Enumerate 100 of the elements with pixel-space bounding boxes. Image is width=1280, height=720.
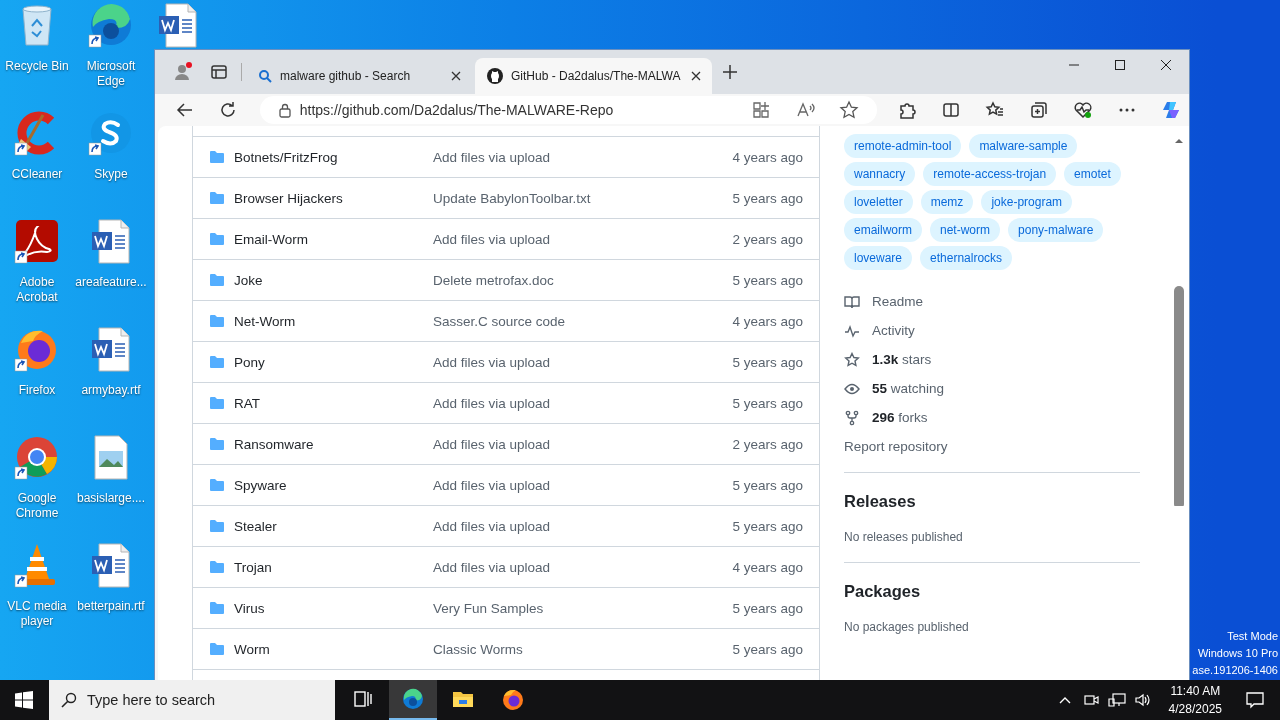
folder-icon <box>209 395 225 411</box>
commit-message[interactable]: Add files via upload <box>433 149 551 165</box>
profile-icon[interactable] <box>172 61 194 83</box>
windows-logo-icon[interactable] <box>15 691 33 709</box>
topic-tag[interactable]: loveletter <box>844 190 913 214</box>
sidebar-link[interactable]: 296 forks <box>872 410 928 425</box>
commit-age: 4 years ago <box>732 559 803 575</box>
network-icon[interactable] <box>1107 692 1126 708</box>
commit-message[interactable]: Add files via upload <box>433 477 551 493</box>
folder-link[interactable]: RAT <box>234 395 260 411</box>
commit-age: 4 years ago <box>732 313 803 329</box>
folder-icon <box>209 190 225 206</box>
collections-icon[interactable] <box>1029 100 1049 120</box>
camera-icon[interactable] <box>1082 692 1099 708</box>
empty-note: No releases published <box>844 529 964 546</box>
sidebar-link[interactable]: Readme <box>872 294 924 309</box>
topic-tag[interactable]: net-worm <box>930 218 1001 242</box>
new-tab-icon[interactable] <box>722 64 739 80</box>
commit-message[interactable]: Delete metrofax.doc <box>433 272 554 288</box>
folder-link[interactable]: Spyware <box>234 477 287 493</box>
commit-message[interactable]: Update BabylonToolbar.txt <box>433 190 591 206</box>
commit-message[interactable]: Add files via upload <box>433 354 551 370</box>
section-heading[interactable]: Releases <box>844 489 916 513</box>
folder-icon <box>209 641 225 657</box>
heart-pulse-icon[interactable] <box>1073 100 1093 120</box>
star-icon <box>844 351 860 368</box>
split-screen-icon[interactable] <box>941 100 961 120</box>
clock-time[interactable]: 11:40 AM <box>1170 682 1221 700</box>
favorite-star-icon[interactable] <box>839 100 859 120</box>
sidebar-link[interactable]: 55 watching <box>872 381 945 396</box>
topic-tag[interactable]: emailworm <box>844 218 922 242</box>
tab-actions-icon[interactable] <box>210 63 228 81</box>
folder-link[interactable]: Stealer <box>234 518 277 534</box>
book-icon <box>844 293 860 310</box>
system-info-text: Windows 10 Pro <box>1197 646 1278 661</box>
commit-message[interactable]: Add files via upload <box>433 231 551 247</box>
close-icon[interactable] <box>1158 57 1174 73</box>
commit-age: 5 years ago <box>732 477 803 493</box>
sidebar-link[interactable]: Report repository <box>844 439 948 454</box>
commit-message[interactable]: Classic Worms <box>433 641 523 657</box>
commit-message[interactable]: Sasser.C source code <box>433 313 566 329</box>
folder-icon <box>209 313 225 329</box>
folder-icon <box>209 149 225 165</box>
browser-logo-icon <box>401 687 425 711</box>
topic-tag[interactable]: malware-sample <box>969 134 1078 158</box>
topic-tag[interactable]: ethernalrocks <box>920 246 1013 270</box>
topic-tag[interactable]: wannacry <box>844 162 916 186</box>
section-heading[interactable]: Packages <box>844 579 921 603</box>
sidebar-link[interactable]: Activity <box>872 323 915 338</box>
empty-note: No packages published <box>844 619 970 636</box>
commit-age: 4 years ago <box>732 149 803 165</box>
commit-age: 2 years ago <box>732 436 803 452</box>
commit-message[interactable]: Add files via upload <box>433 559 551 575</box>
topic-tag[interactable]: joke-program <box>981 190 1073 214</box>
clock-date[interactable]: 4/28/2025 <box>1168 700 1222 718</box>
topic-tag[interactable]: pony-malware <box>1008 218 1104 242</box>
taskbar-search-field[interactable]: Type here to search <box>49 680 335 720</box>
topic-tag[interactable]: loveware <box>844 246 913 270</box>
commit-message[interactable]: Very Fun Samples <box>433 600 544 616</box>
folder-icon <box>209 518 225 534</box>
commit-age: 5 years ago <box>732 641 803 657</box>
topic-tag[interactable]: memz <box>920 190 974 214</box>
folder-link[interactable]: Virus <box>234 600 265 616</box>
commit-age: 5 years ago <box>732 600 803 616</box>
folder-link[interactable]: Browser Hijackers <box>234 190 343 206</box>
folder-icon <box>209 272 225 288</box>
folder-link[interactable]: Botnets/FritzFrog <box>234 149 338 165</box>
maximize-icon[interactable] <box>1112 57 1128 73</box>
topic-tag[interactable]: remote-admin-tool <box>844 134 962 158</box>
folder-link[interactable]: Joke <box>234 272 263 288</box>
lock-icon <box>277 102 292 118</box>
browser-tab[interactable]: GitHub - Da2dalus/The-MALWA <box>475 58 713 94</box>
puzzle-piece-icon[interactable] <box>897 100 917 120</box>
commit-age: 2 years ago <box>732 231 803 247</box>
topic-tag[interactable]: emotet <box>1064 162 1121 186</box>
commit-age: 5 years ago <box>732 518 803 534</box>
folder-link[interactable]: Pony <box>234 354 265 370</box>
commit-age: 5 years ago <box>732 272 803 288</box>
address-bar[interactable]: https://github.com/Da2dalus/The-MALWARE-Repo <box>259 96 877 124</box>
search-icon <box>61 692 77 708</box>
fork-icon <box>844 409 860 426</box>
commit-message[interactable]: Add files via upload <box>433 518 551 534</box>
sidebar-link[interactable]: 1.3k stars <box>872 352 932 367</box>
taskbar-app-button[interactable] <box>389 680 437 720</box>
folder-icon <box>209 436 225 452</box>
folder-link[interactable]: Email-Worm <box>234 231 308 247</box>
speaker-icon[interactable] <box>1133 692 1152 708</box>
commit-message[interactable]: Add files via upload <box>433 395 551 411</box>
pdf-logo-icon[interactable] <box>13 217 61 265</box>
cat-logo-icon <box>487 68 503 84</box>
folder-link[interactable]: Net-Worm <box>234 313 296 329</box>
notification-icon[interactable] <box>1245 690 1265 710</box>
folder-link[interactable]: Worm <box>234 641 270 657</box>
browser-tab[interactable]: malware github - Search <box>246 58 472 94</box>
folder-link[interactable]: Ransomware <box>234 436 314 452</box>
commit-message[interactable]: Add files via upload <box>433 436 551 452</box>
folder-link[interactable]: Trojan <box>234 559 272 575</box>
topic-tag[interactable]: remote-access-trojan <box>923 162 1057 186</box>
copilot-logo-icon[interactable] <box>1161 100 1181 120</box>
app-grid-icon[interactable] <box>751 100 771 120</box>
